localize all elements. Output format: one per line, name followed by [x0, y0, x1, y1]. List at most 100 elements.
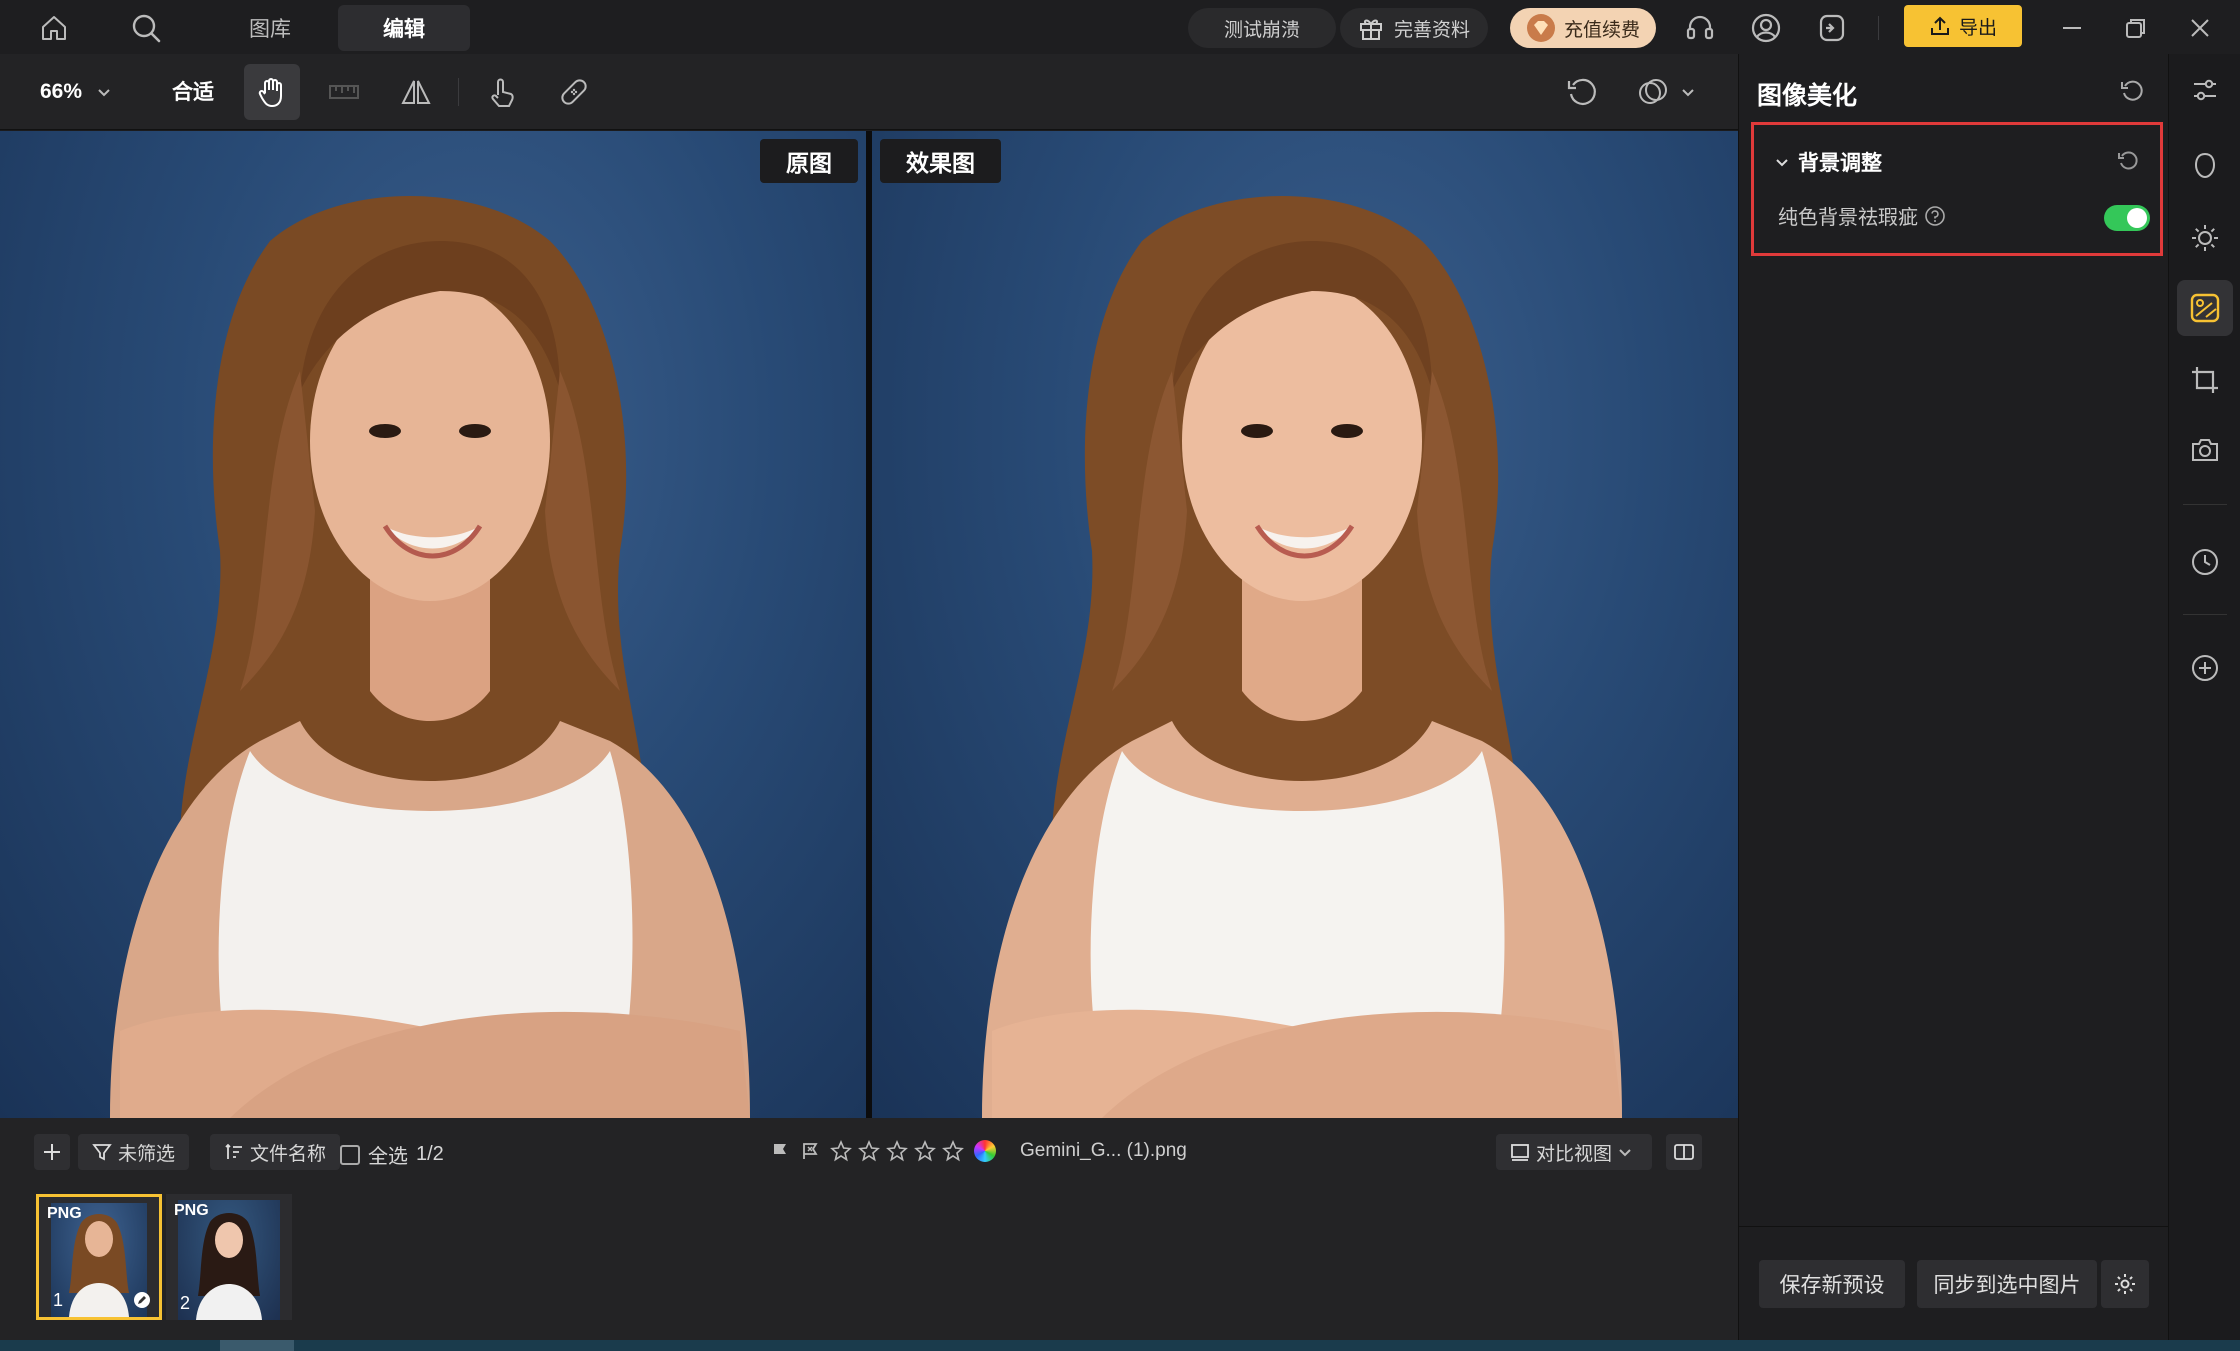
export-button[interactable]: 导出: [1904, 5, 2022, 47]
original-image: 原图: [0, 131, 866, 1118]
select-all-label: 全选: [368, 1146, 408, 1168]
close-icon[interactable]: [2180, 8, 2220, 48]
touch-icon[interactable]: [474, 64, 530, 120]
recharge-button[interactable]: 充值续费: [1510, 8, 1656, 48]
overlay-dropdown[interactable]: [1626, 64, 1706, 120]
filmstrip-bar: 未筛选 文件名称 全选 1/2 Gemini_G... (1).png 对比视图…: [0, 1118, 1738, 1340]
chevron-down-icon: [1774, 154, 1790, 170]
export-label: 导出: [1958, 17, 1997, 39]
settings-button[interactable]: [2101, 1260, 2149, 1308]
thumbnail-index: 1: [53, 1290, 64, 1310]
selection-count: 1/2: [416, 1143, 444, 1165]
format-badge: PNG: [174, 1202, 209, 1219]
flip-icon[interactable]: [388, 64, 444, 120]
adjust-sliders-icon[interactable]: [2177, 62, 2233, 118]
reject-flag-icon[interactable]: [800, 1141, 820, 1161]
scrollbar-thumb[interactable]: [220, 1340, 294, 1351]
sort-button[interactable]: 文件名称: [210, 1134, 341, 1170]
effect-image: 效果图: [872, 131, 1738, 1118]
star-icon[interactable]: [942, 1140, 964, 1162]
user-icon[interactable]: [1746, 8, 1786, 48]
background-adjust-section: 背景调整 纯色背景祛瑕疵: [1751, 122, 2163, 256]
star-icon[interactable]: [858, 1140, 880, 1162]
section-reset-icon[interactable]: [2116, 149, 2140, 173]
edit-toolbar: 66% 合适: [0, 54, 1738, 130]
thumbnail-index: 2: [180, 1293, 191, 1313]
add-button[interactable]: [34, 1134, 70, 1170]
checkbox-icon: [340, 1144, 360, 1165]
panel-divider: [1739, 1226, 2169, 1227]
history-icon[interactable]: [2177, 534, 2233, 590]
gear-icon: [2113, 1272, 2137, 1296]
hand-tool-icon[interactable]: [244, 64, 300, 120]
undo-icon[interactable]: [1554, 64, 1610, 120]
diamond-icon: [1526, 13, 1556, 43]
home-icon[interactable]: [34, 8, 74, 48]
format-badge: PNG: [47, 1205, 82, 1222]
original-label: 原图: [760, 139, 858, 183]
logout-icon[interactable]: [1812, 8, 1852, 48]
filter-button[interactable]: 未筛选: [78, 1134, 190, 1170]
chevron-down-icon: [1618, 1145, 1632, 1159]
split-view-button[interactable]: [1666, 1134, 1702, 1170]
add-plugin-icon[interactable]: [2177, 640, 2233, 696]
select-all-checkbox[interactable]: 全选 1/2: [340, 1140, 444, 1169]
complete-profile-label: 完善资料: [1393, 19, 1470, 41]
complete-profile-button[interactable]: 完善资料: [1340, 8, 1488, 48]
plus-icon: [41, 1141, 63, 1163]
thumbnail-1[interactable]: PNG 1: [36, 1194, 162, 1320]
star-icon[interactable]: [914, 1140, 936, 1162]
beautify-icon[interactable]: [2177, 280, 2233, 336]
zoom-value: 66%: [40, 80, 83, 103]
star-rating[interactable]: [830, 1140, 964, 1162]
bandage-icon[interactable]: [546, 64, 602, 120]
image-meta: Gemini_G... (1).png: [770, 1140, 1187, 1162]
effect-label: 效果图: [880, 139, 1001, 183]
chevron-down-icon: [1680, 84, 1696, 100]
blemish-toggle[interactable]: [2104, 205, 2150, 231]
zoom-dropdown[interactable]: 66%: [40, 76, 112, 108]
split-view-icon: [1673, 1141, 1695, 1163]
light-icon[interactable]: [2177, 210, 2233, 266]
title-bar: 图库 编辑 测试崩溃 完善资料 充值续费 导出: [0, 0, 2240, 54]
flag-icon[interactable]: [770, 1141, 790, 1161]
star-icon[interactable]: [886, 1140, 908, 1162]
file-name: Gemini_G... (1).png: [1020, 1140, 1187, 1161]
view-mode-label: 对比视图: [1536, 1143, 1613, 1165]
test-crash-button[interactable]: 测试崩溃: [1188, 8, 1336, 48]
toolbar-divider: [458, 78, 459, 106]
panel-title: 图像美化: [1757, 82, 1858, 110]
star-icon[interactable]: [830, 1140, 852, 1162]
sync-selected-button[interactable]: 同步到选中图片: [1917, 1260, 2097, 1308]
view-mode-dropdown[interactable]: 对比视图: [1496, 1134, 1652, 1170]
minimize-icon[interactable]: [2052, 8, 2092, 48]
filter-label: 未筛选: [118, 1143, 176, 1165]
sort-icon: [224, 1142, 244, 1162]
restore-icon[interactable]: [2116, 8, 2156, 48]
camera-icon[interactable]: [2177, 422, 2233, 478]
tab-edit[interactable]: 编辑: [338, 5, 470, 51]
face-icon[interactable]: [2177, 138, 2233, 194]
filter-icon: [92, 1142, 112, 1162]
crop-icon[interactable]: [2177, 352, 2233, 408]
section-header[interactable]: 背景调整: [1774, 147, 1882, 177]
color-label-icon[interactable]: [974, 1140, 996, 1162]
thumbnail-2[interactable]: PNG 2: [166, 1194, 292, 1320]
rail-divider: [2183, 614, 2227, 615]
help-icon[interactable]: [1924, 205, 1946, 227]
toggle-row: 纯色背景祛瑕疵: [1778, 201, 1946, 230]
toggle-label: 纯色背景祛瑕疵: [1778, 207, 1918, 229]
headset-icon[interactable]: [1680, 8, 1720, 48]
section-title: 背景调整: [1798, 152, 1882, 175]
beautify-panel: 图像美化 背景调整 纯色背景祛瑕疵 保存新预设 同步到选中图片: [1738, 54, 2169, 1351]
reset-icon[interactable]: [2119, 78, 2145, 104]
sort-label: 文件名称: [250, 1143, 327, 1165]
tool-rail: [2168, 54, 2240, 1351]
overlay-icon: [1636, 75, 1670, 109]
rail-divider: [2183, 504, 2227, 505]
tab-gallery[interactable]: 图库: [218, 5, 322, 51]
fit-button[interactable]: 合适: [172, 76, 214, 106]
save-preset-button[interactable]: 保存新预设: [1759, 1260, 1905, 1308]
search-icon[interactable]: [126, 8, 166, 48]
image-canvas[interactable]: 原图 效果图: [0, 131, 1738, 1118]
